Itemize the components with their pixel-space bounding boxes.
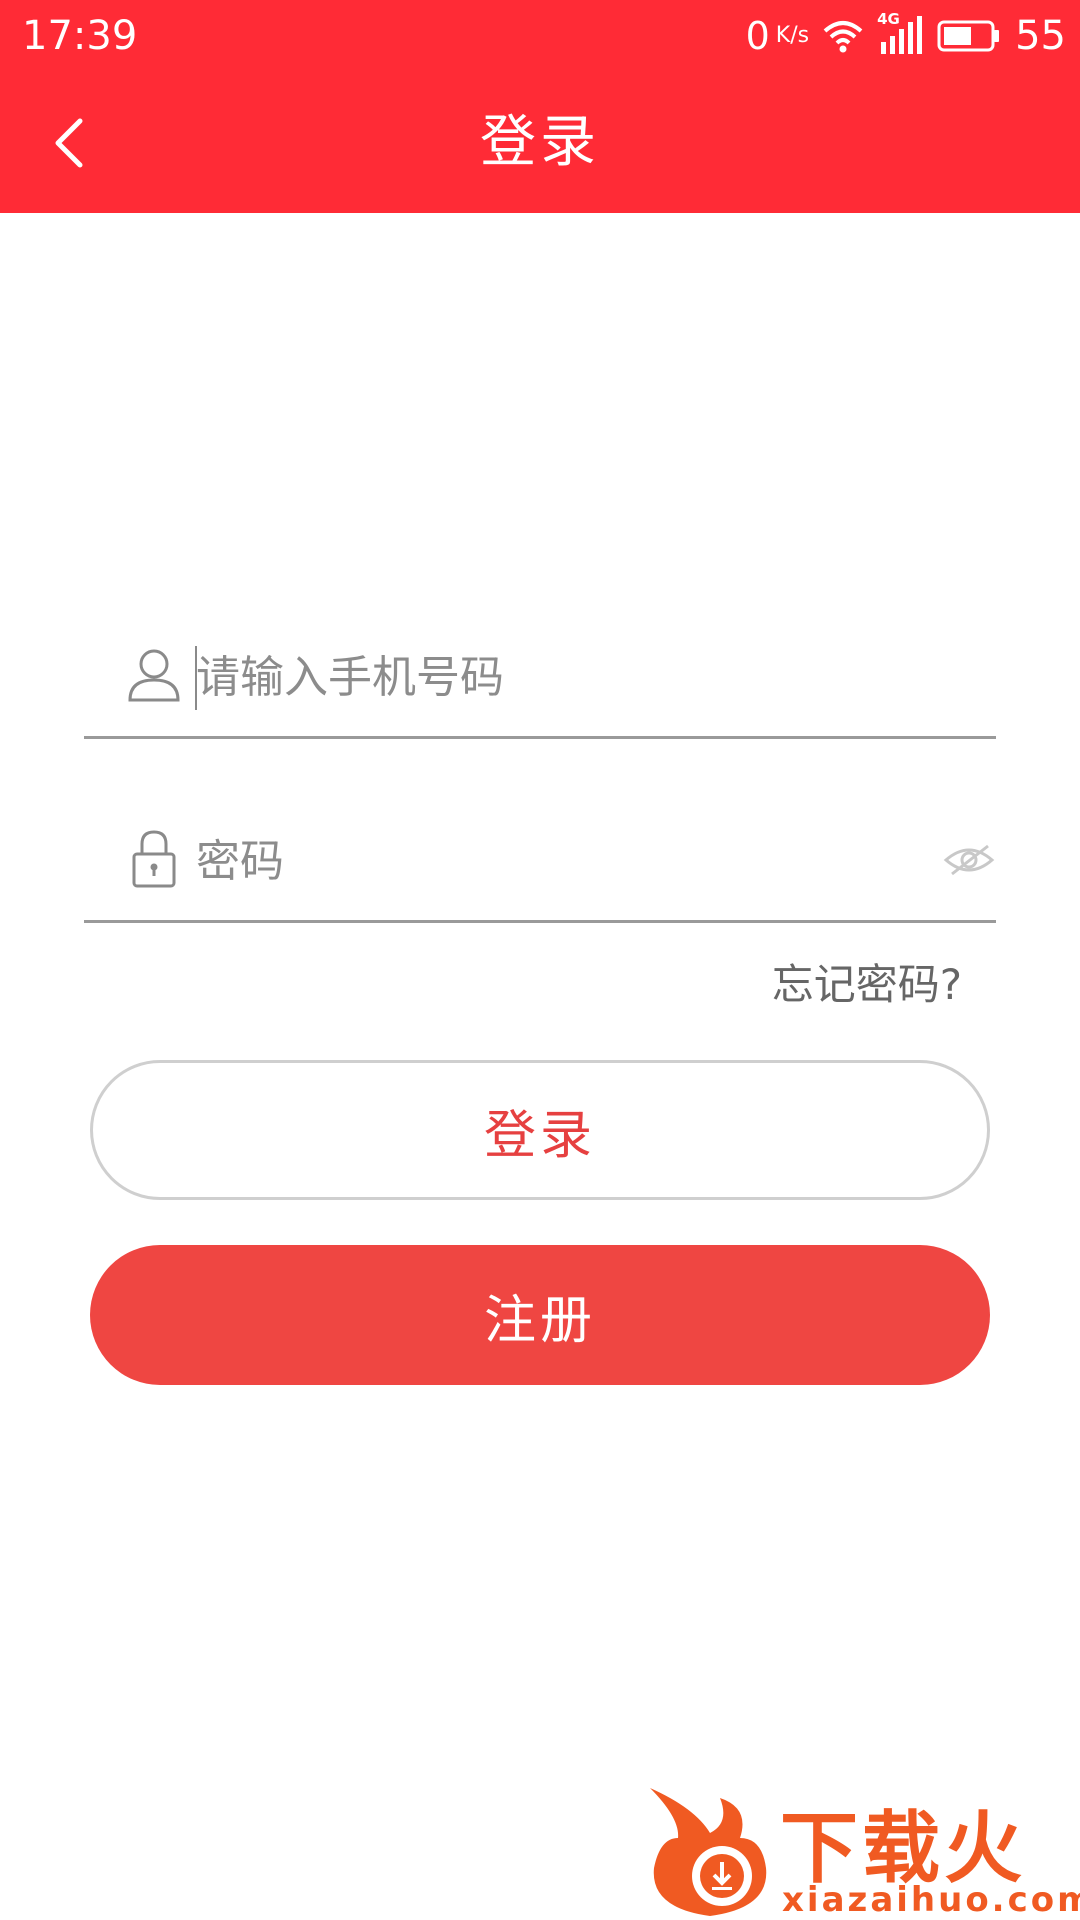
status-indicators: 0 K/s 4G 55 [746,10,1066,62]
phone-field [84,616,996,739]
password-input[interactable] [194,820,898,902]
battery-icon [937,20,1000,52]
login-button[interactable]: 登录 [90,1060,990,1200]
app-header: 登录 [0,73,1080,213]
toggle-password-visibility-icon[interactable] [942,840,996,880]
status-time: 17:39 [22,13,138,59]
page-title: 登录 [480,110,600,175]
network-speed-value: 0 [745,14,770,58]
watermark: 下载火 xiazaihuo.com [640,1778,1080,1920]
status-bar: 17:39 0 K/s 4G 55 [0,0,1080,73]
flame-logo-icon [650,1788,767,1916]
wifi-icon [823,21,863,53]
network-speed: 0 K/s [746,14,810,58]
cell-signal-icon: 4G [877,10,923,56]
phone-input[interactable] [194,636,898,718]
forgot-password-link[interactable]: 忘记密码? [772,955,962,1015]
user-icon [128,649,180,702]
lock-icon [132,830,176,888]
password-field [84,800,996,923]
register-button[interactable]: 注册 [90,1245,990,1385]
network-speed-unit: K/s [775,23,810,48]
battery-level: 55 [1015,13,1066,59]
watermark-url: xiazaihuo.com [782,1880,1080,1920]
